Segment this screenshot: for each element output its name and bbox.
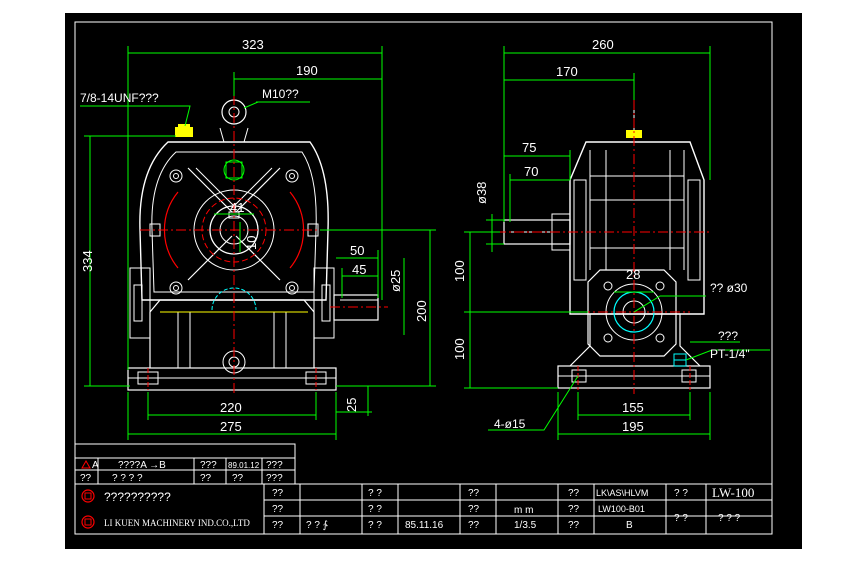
dim-100-bot: 100	[452, 338, 467, 360]
dim-200: 200	[414, 300, 429, 322]
dim-195: 195	[622, 419, 644, 434]
tb-c8-r1: LK\AS\HLVM	[596, 488, 648, 498]
dim-323: 323	[242, 37, 264, 52]
tb-c5-r3: ??	[468, 520, 480, 531]
tb-c4-r3: 85.11.16	[405, 520, 444, 531]
cad-viewport: 323 190 334 50 45 ø25 200 25 220 275 41 …	[0, 0, 867, 562]
tb-c3-r3: ? ?	[368, 520, 382, 531]
tb-c10-bot: ? ? ?	[718, 513, 741, 524]
dim-41: 41	[230, 200, 244, 215]
dim-100-top: 100	[452, 260, 467, 282]
tb-c8-r3: B	[626, 520, 633, 531]
tb-c9-bot: ? ?	[674, 513, 688, 524]
dim-260: 260	[592, 37, 614, 52]
tb-c7-r3: ??	[568, 520, 580, 531]
company-name-cn: ??????????	[104, 490, 171, 504]
rev-r2c2: ? ? ? ?	[112, 473, 143, 484]
rev-r1c2: ????A →B	[118, 460, 166, 471]
dim-d25: ø25	[388, 270, 403, 292]
dim-50: 50	[350, 243, 364, 258]
dim-45: 45	[352, 262, 366, 277]
dim-75: 75	[522, 140, 536, 155]
dim-d38: ø38	[474, 182, 489, 204]
tb-c7-r1: ??	[568, 488, 580, 499]
rev-r1c1: A	[92, 460, 99, 471]
label-holes: 4-ø15	[494, 417, 526, 431]
tb-c3-r2: ? ?	[368, 504, 382, 515]
dim-25: 25	[344, 398, 359, 412]
dim-190: 190	[296, 63, 318, 78]
label-d30: ?? ø30	[710, 281, 748, 295]
dim-28: 28	[626, 267, 640, 282]
tb-c9-top: ? ?	[674, 488, 688, 499]
rev-r1c3: ???	[200, 460, 217, 471]
dim-334: 334	[80, 250, 95, 272]
gearbox-drawing: 323 190 334 50 45 ø25 200 25 220 275 41 …	[0, 0, 867, 562]
tb-c5-r1: ??	[468, 488, 480, 499]
tb-c8-r2: LW100-B01	[598, 504, 645, 514]
dim-70: 70	[524, 164, 538, 179]
tb-c5-r2: ??	[468, 504, 480, 515]
tb-c2-r3: ? ? ∱	[306, 520, 329, 531]
dim-275: 275	[220, 419, 242, 434]
dim-170: 170	[556, 64, 578, 79]
company-name-en: LI KUEN MACHINERY IND.CO.,LTD	[104, 518, 250, 528]
rev-r2c3: ??	[200, 473, 212, 484]
tb-c1-r2: ??	[272, 504, 284, 515]
tb-c3-r1: ? ?	[368, 488, 382, 499]
dim-155: 155	[622, 400, 644, 415]
tb-c6-r2: m m	[514, 505, 533, 516]
rev-r1c5: ???	[266, 460, 283, 471]
dim-220: 220	[220, 400, 242, 415]
vent-plug-icon	[175, 127, 193, 137]
label-pt: PT-1/4"	[710, 347, 750, 361]
label-thread: 7/8-14UNF???	[80, 91, 159, 105]
rev-r2c1: ??	[80, 473, 92, 484]
label-m10: M10??	[262, 87, 299, 101]
model-number: LW-100	[712, 485, 754, 500]
label-q: ???	[718, 329, 738, 343]
rev-r2c5: ???	[266, 473, 283, 484]
dim-10: 10	[244, 236, 259, 250]
drawing-background	[65, 13, 802, 549]
tb-c6-r3: 1/3.5	[514, 520, 537, 531]
rev-r2c4: ??	[232, 473, 244, 484]
tb-c7-r2: ??	[568, 504, 580, 515]
tb-c1-r3: ??	[272, 520, 284, 531]
tb-c1-r1: ??	[272, 488, 284, 499]
rev-r1c4: 89.01.12	[228, 461, 260, 470]
